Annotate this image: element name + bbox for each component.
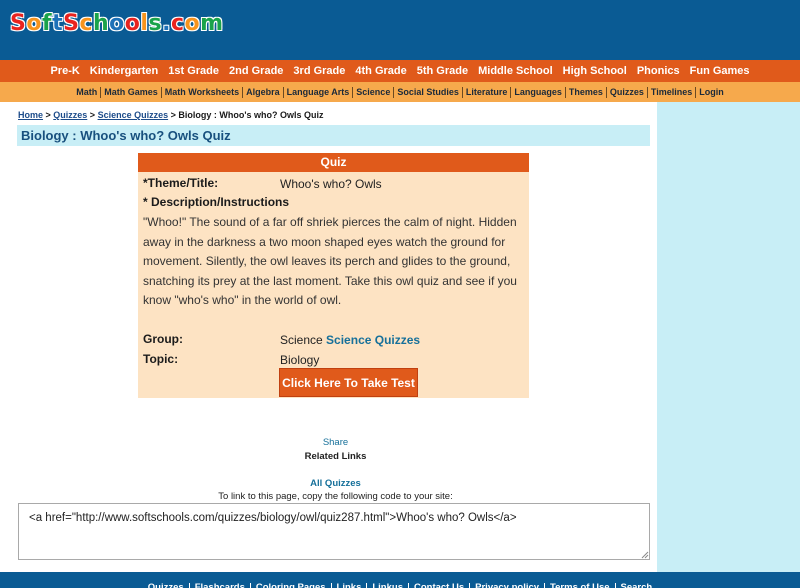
- subnav-item-math[interactable]: Math: [73, 86, 102, 98]
- nav-item-high-school[interactable]: High School: [558, 65, 632, 77]
- subnav-item-language-arts[interactable]: Language Arts: [284, 86, 354, 98]
- breadcrumb-quizzes-link[interactable]: Quizzes: [53, 110, 87, 120]
- nav-item-pre-k[interactable]: Pre-K: [45, 65, 84, 77]
- footer-link-terms-of-use[interactable]: Terms of Use: [545, 583, 616, 588]
- all-quizzes-link[interactable]: All Quizzes: [15, 478, 656, 489]
- logo-letter: o: [124, 10, 141, 36]
- subnav-item-login[interactable]: Login: [696, 87, 727, 98]
- subnav-item-quizzes[interactable]: Quizzes: [607, 86, 648, 98]
- topic-value: Biology: [280, 353, 320, 367]
- logo-letter: o: [26, 10, 42, 36]
- related-links-heading: Related Links: [304, 451, 367, 462]
- footer-link-coloring-pages[interactable]: Coloring Pages: [251, 583, 332, 588]
- logo-letter: m: [200, 10, 224, 36]
- nav-item-5th-grade[interactable]: 5th Grade: [412, 65, 473, 77]
- breadcrumb-home-link[interactable]: Home: [18, 110, 43, 120]
- quiz-description: "Whoo!" The sound of a far off shriek pi…: [143, 215, 517, 307]
- nav-item-2nd-grade[interactable]: 2nd Grade: [224, 65, 288, 77]
- nav-item-kindergarten[interactable]: Kindergarten: [85, 65, 163, 77]
- subnav-item-literature[interactable]: Literature: [463, 86, 512, 98]
- footer-link-contact-us[interactable]: Contact Us: [409, 583, 471, 588]
- nav-item-3rd-grade[interactable]: 3rd Grade: [288, 65, 350, 77]
- grade-navigation: Pre-K Kindergarten 1st Grade 2nd Grade 3rd G…: [0, 60, 800, 82]
- logo-letter: h: [92, 10, 110, 36]
- logo-letter: s: [148, 10, 163, 36]
- nav-item-phonics[interactable]: Phonics: [632, 65, 685, 77]
- subnav-item-math-games[interactable]: Math Games: [101, 86, 162, 98]
- footer-link-privacy-policy[interactable]: Privacy policy: [470, 583, 546, 588]
- breadcrumb-science-quizzes-link[interactable]: Science Quizzes: [98, 110, 169, 120]
- nav-item-middle-school[interactable]: Middle School: [473, 65, 558, 77]
- breadcrumb: Home > Quizzes > Science Quizzes > Biolo…: [18, 110, 324, 120]
- main-content: Home > Quizzes > Science Quizzes > Biolo…: [15, 104, 656, 570]
- subnav-item-social-studies[interactable]: Social Studies: [394, 86, 463, 98]
- nav-item-4th-grade[interactable]: 4th Grade: [350, 65, 411, 77]
- subject-navigation: Math Math Games Math Worksheets Algebra Lang…: [0, 82, 800, 102]
- subnav-item-algebra[interactable]: Algebra: [243, 86, 284, 98]
- footer-link-quizzes[interactable]: Quizzes: [143, 583, 190, 588]
- site-header: SoftSchools.com: [0, 0, 800, 60]
- breadcrumb-current: > Biology : Whoo's who? Owls Quiz: [168, 110, 324, 120]
- theme-label: *Theme/Title:: [143, 176, 219, 190]
- quiz-info-box: Quiz *Theme/Title: Whoo's who? Owls * De…: [138, 153, 529, 398]
- breadcrumb-separator: >: [43, 110, 54, 120]
- logo-letter: o: [109, 10, 125, 36]
- logo-letter: f: [41, 10, 53, 36]
- footer-link-search[interactable]: Search: [616, 583, 658, 588]
- subnav-item-timelines[interactable]: Timelines: [648, 86, 697, 98]
- logo-letter: S: [63, 10, 80, 36]
- page-title: Biology : Whoo's who? Owls Quiz: [21, 128, 231, 143]
- subnav-item-math-worksheets[interactable]: Math Worksheets: [162, 86, 244, 98]
- logo-letter: c: [79, 10, 93, 36]
- group-label: Group:: [143, 332, 183, 346]
- share-link[interactable]: Share: [15, 437, 656, 448]
- breadcrumb-separator: >: [87, 110, 98, 120]
- resize-handle-icon[interactable]: [641, 551, 649, 559]
- science-quizzes-link[interactable]: Science Quizzes: [326, 333, 420, 347]
- subnav-item-science[interactable]: Science: [353, 86, 395, 98]
- link-instructions: To link to this page, copy the following…: [218, 491, 453, 502]
- page-title-bar: Biology : Whoo's who? Owls Quiz: [17, 125, 650, 146]
- right-sidebar: [657, 102, 800, 572]
- description-label: * Description/Instructions: [143, 195, 290, 209]
- subnav-item-themes[interactable]: Themes: [566, 86, 607, 98]
- logo-letter: S: [9, 10, 27, 36]
- take-test-button[interactable]: Click Here To Take Test: [279, 368, 418, 397]
- group-value: Science Science Quizzes: [280, 333, 420, 347]
- footer-link-links[interactable]: Links: [332, 583, 368, 588]
- softschools-logo[interactable]: SoftSchools.com: [9, 8, 224, 38]
- link-code-textarea[interactable]: [18, 503, 650, 560]
- nav-item-1st-grade[interactable]: 1st Grade: [163, 65, 224, 77]
- theme-value: Whoo's who? Owls: [280, 177, 382, 191]
- group-subject: Science: [280, 333, 323, 347]
- footer-link-linkus[interactable]: Linkus: [367, 583, 409, 588]
- quiz-box-header: Quiz: [138, 153, 529, 172]
- logo-letter: o: [184, 10, 201, 36]
- logo-letter: .: [162, 10, 171, 36]
- logo-letter: t: [52, 10, 64, 36]
- topic-label: Topic:: [143, 352, 179, 366]
- site-footer: Quizzes Flashcards Coloring Pages Links Link…: [0, 572, 800, 588]
- subnav-item-languages[interactable]: Languages: [511, 86, 566, 98]
- logo-letter: c: [170, 10, 185, 36]
- footer-link-flashcards[interactable]: Flashcards: [190, 583, 251, 588]
- nav-item-fun-games[interactable]: Fun Games: [685, 65, 755, 77]
